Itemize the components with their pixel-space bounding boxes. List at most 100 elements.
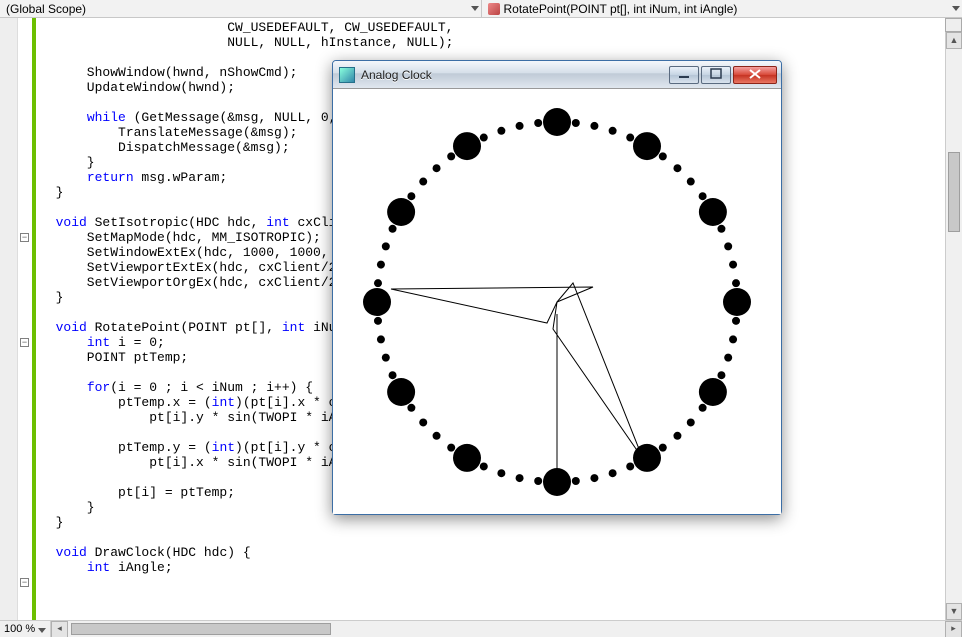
member-label: RotatePoint(POINT pt[], int iNum, int iA… xyxy=(504,2,738,16)
hour-mark xyxy=(543,108,571,136)
minute-mark xyxy=(480,462,488,470)
clock-client-area xyxy=(333,89,781,514)
chevron-down-icon xyxy=(38,628,46,633)
editor-footer: 100 % ◂ ▸ xyxy=(0,620,962,637)
hour-mark xyxy=(453,132,481,160)
minute-mark xyxy=(732,317,740,325)
scroll-thumb[interactable] xyxy=(71,623,331,635)
minute-mark xyxy=(659,444,667,452)
minute-mark xyxy=(572,477,580,485)
minute-mark xyxy=(687,178,695,186)
navigation-bar: (Global Scope) RotatePoint(POINT pt[], i… xyxy=(0,0,962,18)
breakpoint-gutter[interactable] xyxy=(0,18,18,620)
hour-mark xyxy=(633,132,661,160)
hour-mark xyxy=(699,198,727,226)
hour-mark xyxy=(633,444,661,472)
outline-toggle[interactable]: − xyxy=(20,338,29,347)
minute-mark xyxy=(516,122,524,130)
minute-mark xyxy=(447,152,455,160)
minute-mark xyxy=(497,127,505,135)
minute-mark xyxy=(590,474,598,482)
analog-clock-window: Analog Clock xyxy=(332,60,782,515)
minute-mark xyxy=(724,242,732,250)
scroll-up-button[interactable]: ▲ xyxy=(946,32,962,49)
minute-mark xyxy=(374,279,382,287)
close-button[interactable] xyxy=(733,66,777,84)
minute-mark xyxy=(382,242,390,250)
hour-mark xyxy=(453,444,481,472)
minute-mark xyxy=(699,192,707,200)
minute-mark xyxy=(419,418,427,426)
minute-mark xyxy=(687,418,695,426)
maximize-icon xyxy=(710,68,722,80)
minute-mark xyxy=(717,371,725,379)
minute-mark xyxy=(609,469,617,477)
hour-mark xyxy=(699,378,727,406)
outline-gutter[interactable]: − − − xyxy=(18,18,32,620)
scroll-right-button[interactable]: ▸ xyxy=(945,621,962,637)
minute-mark xyxy=(724,354,732,362)
clock-face xyxy=(333,89,781,515)
chevron-down-icon xyxy=(471,6,479,11)
minute-mark xyxy=(447,444,455,452)
minute-mark xyxy=(419,178,427,186)
split-handle[interactable] xyxy=(945,18,962,32)
minimize-icon xyxy=(678,68,690,80)
minute-mark xyxy=(626,134,634,142)
scroll-down-button[interactable]: ▼ xyxy=(946,603,962,620)
minute-mark xyxy=(729,261,737,269)
scroll-left-button[interactable]: ◂ xyxy=(51,621,68,637)
hour-mark xyxy=(387,378,415,406)
minute-mark xyxy=(497,469,505,477)
minute-mark xyxy=(433,164,441,172)
minute-mark xyxy=(516,474,524,482)
minute-mark xyxy=(407,192,415,200)
minute-hand xyxy=(391,287,593,323)
minute-mark xyxy=(717,225,725,233)
caption-buttons xyxy=(667,66,777,84)
minimize-button[interactable] xyxy=(669,66,699,84)
app-icon xyxy=(339,67,355,83)
zoom-dropdown[interactable]: 100 % xyxy=(0,623,50,635)
minute-mark xyxy=(534,477,542,485)
minute-mark xyxy=(534,119,542,127)
minute-mark xyxy=(673,164,681,172)
minute-mark xyxy=(673,432,681,440)
hour-mark xyxy=(387,198,415,226)
zoom-label: 100 % xyxy=(4,623,35,635)
minute-mark xyxy=(732,279,740,287)
minute-mark xyxy=(389,225,397,233)
outline-toggle[interactable]: − xyxy=(20,578,29,587)
minute-mark xyxy=(480,134,488,142)
minute-mark xyxy=(729,335,737,343)
hour-mark xyxy=(723,288,751,316)
minute-mark xyxy=(382,354,390,362)
hour-mark xyxy=(363,288,391,316)
minute-mark xyxy=(590,122,598,130)
minute-mark xyxy=(626,462,634,470)
minute-mark xyxy=(377,335,385,343)
hour-hand xyxy=(553,283,643,459)
maximize-button[interactable] xyxy=(701,66,731,84)
window-title: Analog Clock xyxy=(361,68,667,82)
minute-mark xyxy=(572,119,580,127)
scope-label: (Global Scope) xyxy=(6,2,86,16)
minute-mark xyxy=(389,371,397,379)
titlebar[interactable]: Analog Clock xyxy=(333,61,781,89)
minute-mark xyxy=(433,432,441,440)
chevron-down-icon xyxy=(952,6,960,11)
minute-mark xyxy=(659,152,667,160)
method-icon xyxy=(488,3,500,15)
horizontal-scrollbar[interactable]: ◂ ▸ xyxy=(50,621,962,637)
scroll-thumb[interactable] xyxy=(948,152,960,232)
minute-mark xyxy=(374,317,382,325)
member-dropdown[interactable]: RotatePoint(POINT pt[], int iNum, int iA… xyxy=(482,0,962,17)
minute-mark xyxy=(699,404,707,412)
minute-mark xyxy=(609,127,617,135)
scope-dropdown[interactable]: (Global Scope) xyxy=(0,0,482,17)
minute-mark xyxy=(377,261,385,269)
minute-mark xyxy=(407,404,415,412)
vertical-scrollbar[interactable]: ▲ ▼ xyxy=(945,32,962,620)
close-icon xyxy=(748,68,762,80)
outline-toggle[interactable]: − xyxy=(20,233,29,242)
